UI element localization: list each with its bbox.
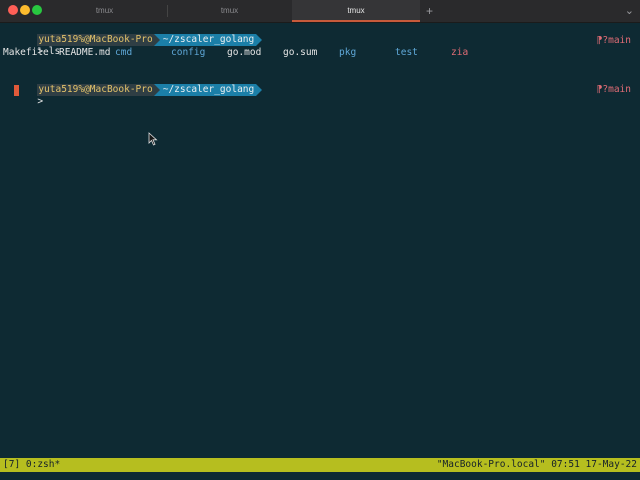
list-item: config bbox=[171, 47, 206, 58]
list-item: go.mod bbox=[227, 47, 262, 58]
input-line[interactable]: > bbox=[3, 84, 43, 107]
text-cursor bbox=[14, 85, 19, 96]
terminal-pane[interactable]: yuta519%@MacBook-Pro ~/zscaler_golang ⁋?m… bbox=[0, 22, 640, 458]
git-status: ⁋?main bbox=[596, 35, 631, 46]
prompt-char: > bbox=[37, 96, 44, 107]
prompt-directory: ~/zscaler_golang bbox=[159, 84, 257, 96]
list-item: cmd bbox=[115, 47, 133, 58]
window-bottom-edge bbox=[0, 472, 640, 480]
prompt-user-host: yuta519%@MacBook-Pro bbox=[37, 84, 154, 96]
tab-2[interactable]: tmux bbox=[167, 0, 292, 22]
terminal-window: tmux tmux tmux + ⌄ yuta519%@MacBook-Pro ~… bbox=[0, 0, 640, 480]
zoom-window-button[interactable] bbox=[32, 5, 42, 15]
tmux-session-window[interactable]: [7] 0:zsh* bbox=[3, 458, 60, 472]
powerline-separator-icon bbox=[256, 34, 263, 46]
prompt-directory: ~/zscaler_golang bbox=[159, 34, 257, 46]
command-line: > ls bbox=[3, 34, 60, 57]
mouse-pointer-icon bbox=[148, 132, 158, 146]
tmux-status-bar: [7] 0:zsh* "MacBook-Pro.local" 07:51 17-… bbox=[0, 458, 640, 472]
title-bar: tmux tmux tmux + ⌄ bbox=[0, 0, 640, 23]
close-window-button[interactable] bbox=[8, 5, 18, 15]
list-item: test bbox=[395, 47, 418, 58]
list-item: README.md bbox=[59, 47, 111, 58]
tab-1[interactable]: tmux bbox=[42, 0, 167, 22]
tab-overflow-chevron-icon[interactable]: ⌄ bbox=[625, 0, 634, 22]
list-item: zia bbox=[451, 47, 469, 58]
tmux-host-time: "MacBook-Pro.local" 07:51 17-May-22 bbox=[436, 459, 637, 470]
minimize-window-button[interactable] bbox=[20, 5, 30, 15]
list-item: go.sum bbox=[283, 47, 318, 58]
list-item: Makefile bbox=[3, 47, 49, 58]
prompt-line: yuta519%@MacBook-Pro ~/zscaler_golang bbox=[3, 22, 263, 46]
prompt-line: yuta519%@MacBook-Pro ~/zscaler_golang bbox=[3, 72, 263, 96]
powerline-separator-icon bbox=[256, 84, 263, 96]
list-item: pkg bbox=[339, 47, 357, 58]
tab-3-active[interactable]: tmux bbox=[292, 0, 420, 22]
git-status: ⁋?main bbox=[596, 84, 631, 95]
new-tab-button[interactable]: + bbox=[426, 0, 433, 22]
